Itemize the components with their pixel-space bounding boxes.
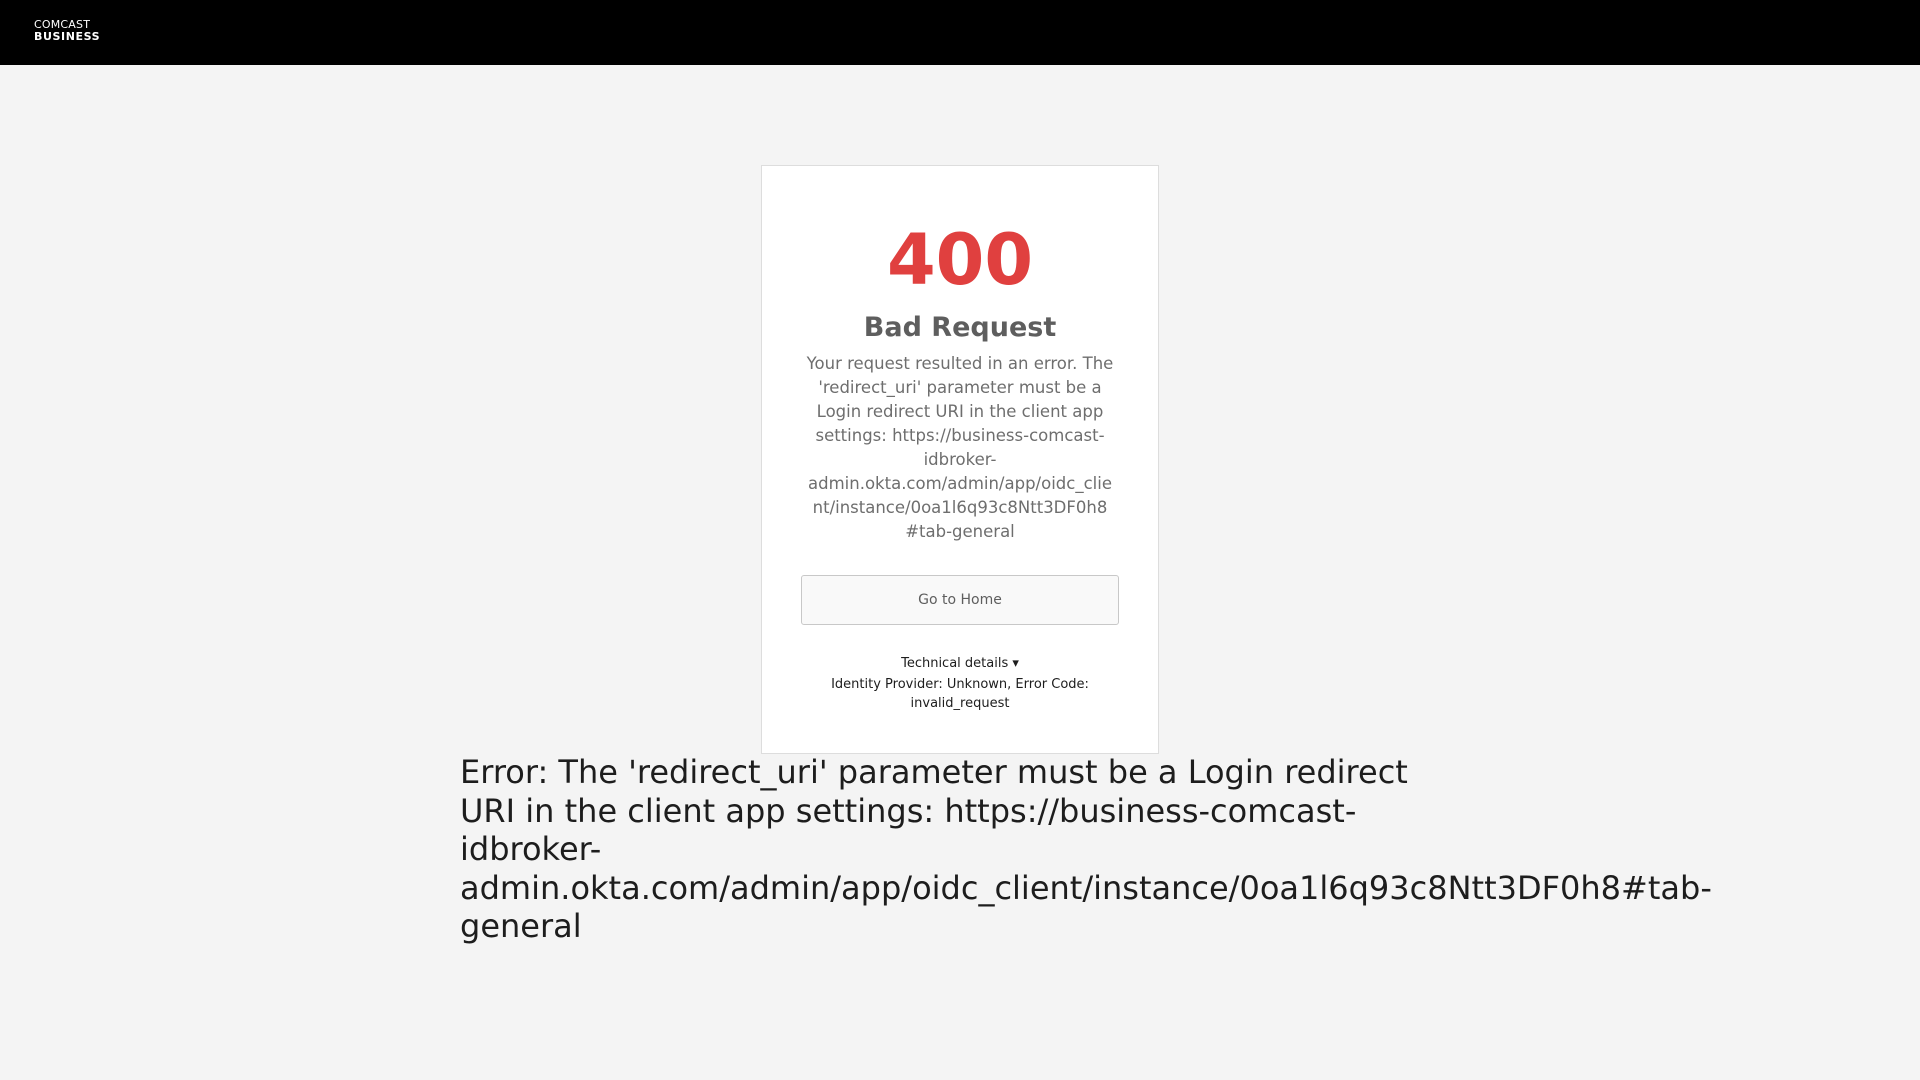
error-description-line: Login redirect URI in the client app [816, 402, 1104, 421]
page-error-line: URI in the client app settings: https://… [460, 791, 1357, 830]
page-error-message: Error: The 'redirect_uri' parameter must… [460, 753, 1715, 946]
technical-details-content: Identity Provider: Unknown, Error Code: … [800, 675, 1120, 713]
error-description-line: 'redirect_uri' parameter must be a [818, 378, 1102, 397]
logo-line-comcast: COMCAST [34, 18, 91, 31]
page-error-line: admin.okta.com/admin/app/oidc_client/ins… [460, 868, 1712, 907]
page-error-line: Error: The 'redirect_uri' parameter must… [460, 753, 1408, 791]
comcast-business-logo[interactable]: COMCAST BUSINESS [34, 19, 100, 42]
technical-details-line: invalid_request [910, 696, 1010, 711]
error-description-line: nt/instance/0oa1l6q93c8Ntt3DF0h8 [812, 498, 1108, 517]
error-code: 400 [886, 219, 1034, 301]
go-to-home-button[interactable]: Go to Home [801, 575, 1119, 625]
page-error-line: general [460, 907, 582, 945]
error-description: Your request resulted in an error. The '… [800, 352, 1120, 544]
technical-details-line: Identity Provider: Unknown, Error Code: [831, 677, 1089, 692]
top-navigation-bar: COMCAST BUSINESS [0, 0, 1920, 65]
logo-line-business: BUSINESS [34, 30, 101, 43]
error-description-line: Your request resulted in an error. The [806, 354, 1114, 373]
error-description-line: idbroker- [923, 450, 997, 469]
technical-details-toggle[interactable]: Technical details ▾ [761, 655, 1159, 673]
error-description-line: settings: https://business-comcast- [815, 426, 1105, 445]
error-description-line: #tab-general [905, 522, 1015, 541]
page-error-line: idbroker- [460, 830, 602, 868]
error-title: Bad Request [863, 312, 1057, 343]
error-description-line: admin.okta.com/admin/app/oidc_clie [808, 474, 1112, 493]
